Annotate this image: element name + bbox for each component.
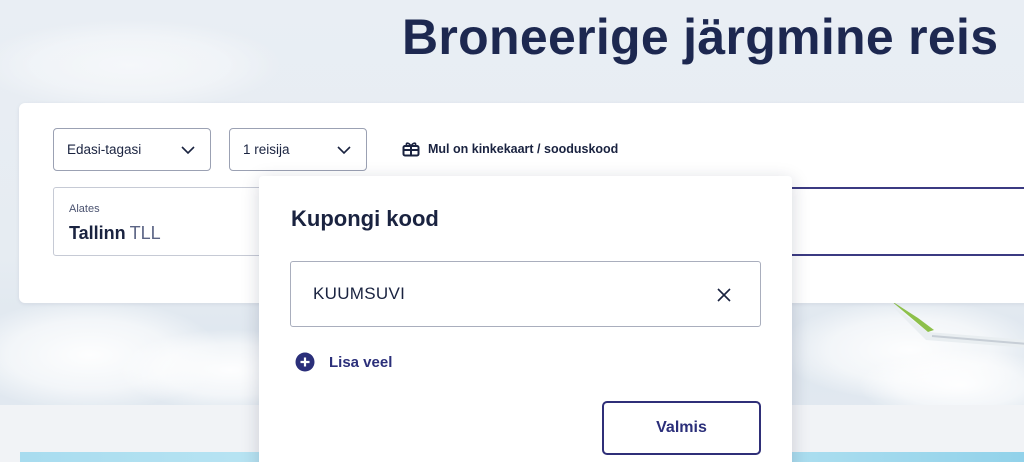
- gift-icon: [402, 142, 420, 157]
- page-title: Broneerige järgmine reis: [402, 9, 999, 65]
- chevron-down-icon: [181, 146, 195, 155]
- coupon-code-popup: Kupongi kood Lisa veel Valmis: [259, 176, 792, 462]
- airplane-wing-image: [888, 300, 1024, 348]
- plus-circle-icon: [295, 352, 315, 372]
- done-button[interactable]: Valmis: [602, 401, 761, 455]
- add-more-link[interactable]: Lisa veel: [295, 351, 392, 373]
- passengers-value: 1 reisija: [243, 142, 290, 157]
- chevron-down-icon: [337, 146, 351, 155]
- destination-field[interactable]: [790, 187, 1024, 256]
- passengers-select[interactable]: 1 reisija: [229, 128, 367, 171]
- coupon-code-input[interactable]: [290, 261, 761, 327]
- origin-label: Alates: [69, 203, 100, 215]
- origin-value: Tallinn TLL: [69, 223, 161, 244]
- popup-title: Kupongi kood: [291, 206, 439, 231]
- origin-city: Tallinn: [69, 223, 126, 243]
- close-icon: [717, 288, 731, 302]
- clear-input-button[interactable]: [713, 284, 735, 306]
- trip-type-select[interactable]: Edasi-tagasi: [53, 128, 211, 171]
- trip-type-value: Edasi-tagasi: [67, 142, 142, 157]
- gift-card-promo-link[interactable]: Mul on kinkekaart / sooduskood: [402, 138, 618, 160]
- origin-code: TLL: [129, 223, 161, 243]
- origin-field[interactable]: Alates Tallinn TLL: [53, 187, 283, 256]
- add-more-label: Lisa veel: [329, 353, 393, 371]
- gift-card-promo-label: Mul on kinkekaart / sooduskood: [428, 142, 619, 156]
